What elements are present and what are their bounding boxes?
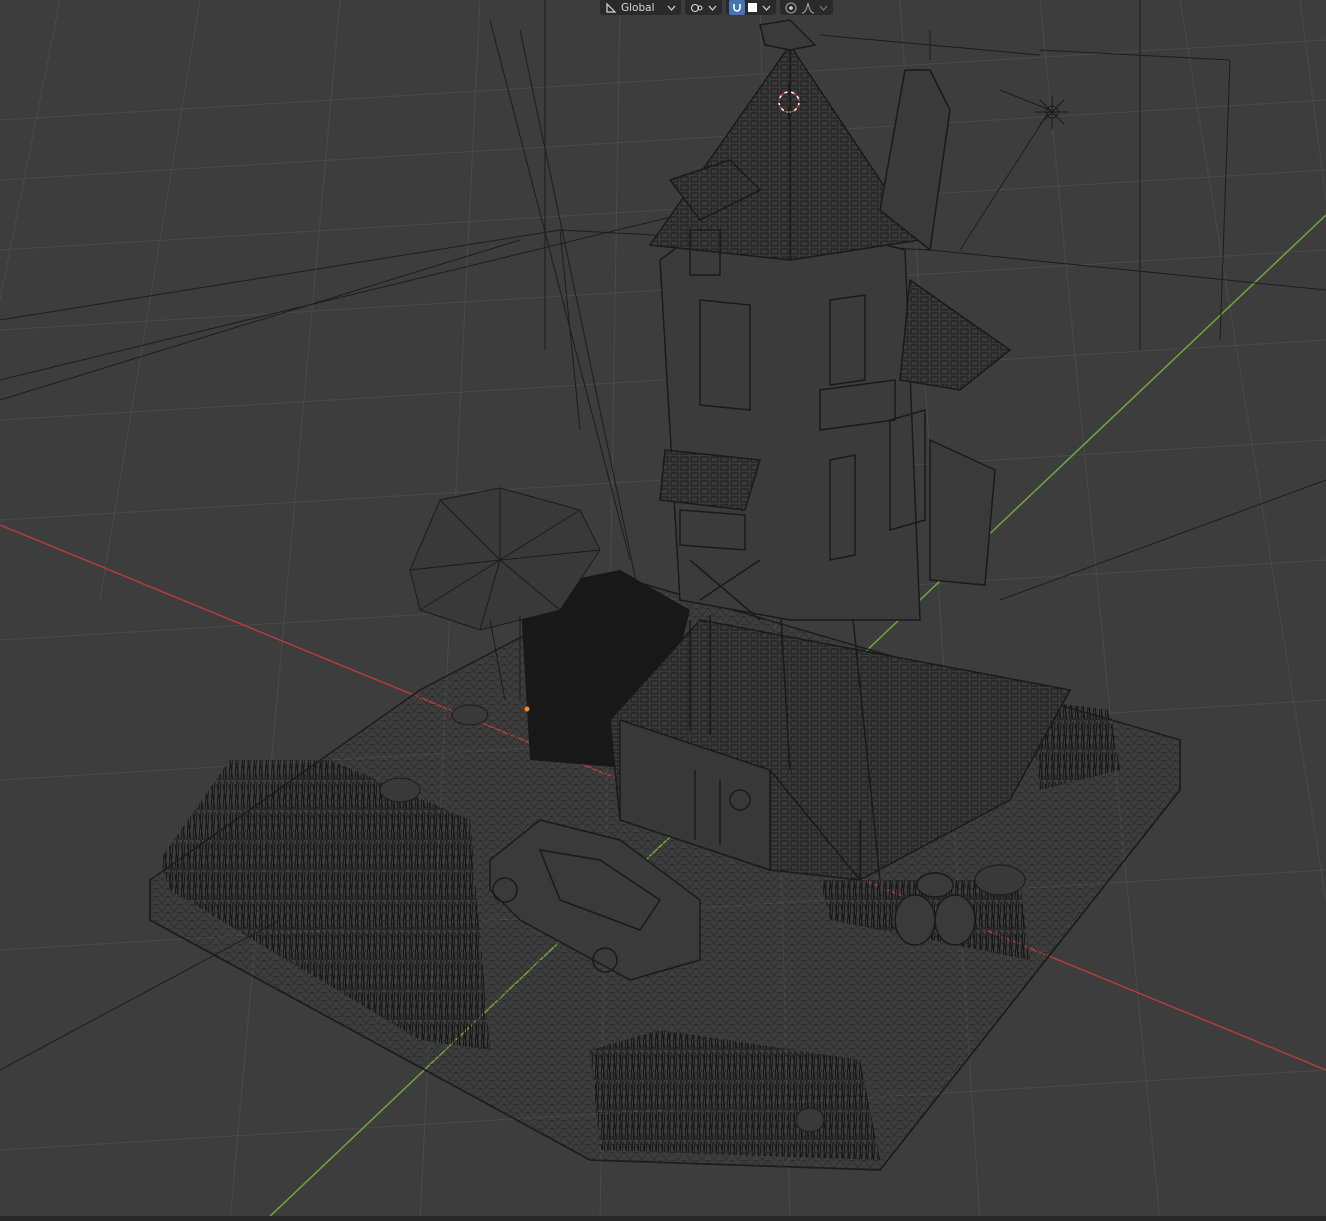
sun-lamp-icon <box>1035 95 1069 129</box>
object-origin-dot <box>524 706 530 712</box>
viewport-header: Global <box>600 0 837 15</box>
pivot-point-icon <box>688 0 706 15</box>
chevron-down-icon <box>665 0 678 15</box>
proportional-editing-icon[interactable] <box>783 0 799 15</box>
snap-magnet-icon[interactable] <box>729 0 745 15</box>
proportional-editing-controls <box>780 0 833 15</box>
transform-orientation-icon <box>603 0 619 15</box>
falloff-curve-icon[interactable] <box>799 0 817 15</box>
transform-orientation-dropdown[interactable]: Global <box>600 0 681 15</box>
chevron-down-icon[interactable] <box>760 0 773 15</box>
wireframe-scene[interactable] <box>0 0 1326 1221</box>
transform-orientation-label: Global <box>621 1 655 14</box>
pivot-point-dropdown[interactable] <box>685 0 722 15</box>
snap-controls <box>726 0 776 15</box>
snap-increment-icon[interactable] <box>745 0 760 15</box>
house-tower <box>659 219 996 621</box>
chevron-down-icon[interactable] <box>817 0 830 15</box>
area-border <box>0 1216 1326 1221</box>
3d-viewport[interactable]: Global <box>0 0 1326 1221</box>
chevron-down-icon <box>706 0 719 15</box>
